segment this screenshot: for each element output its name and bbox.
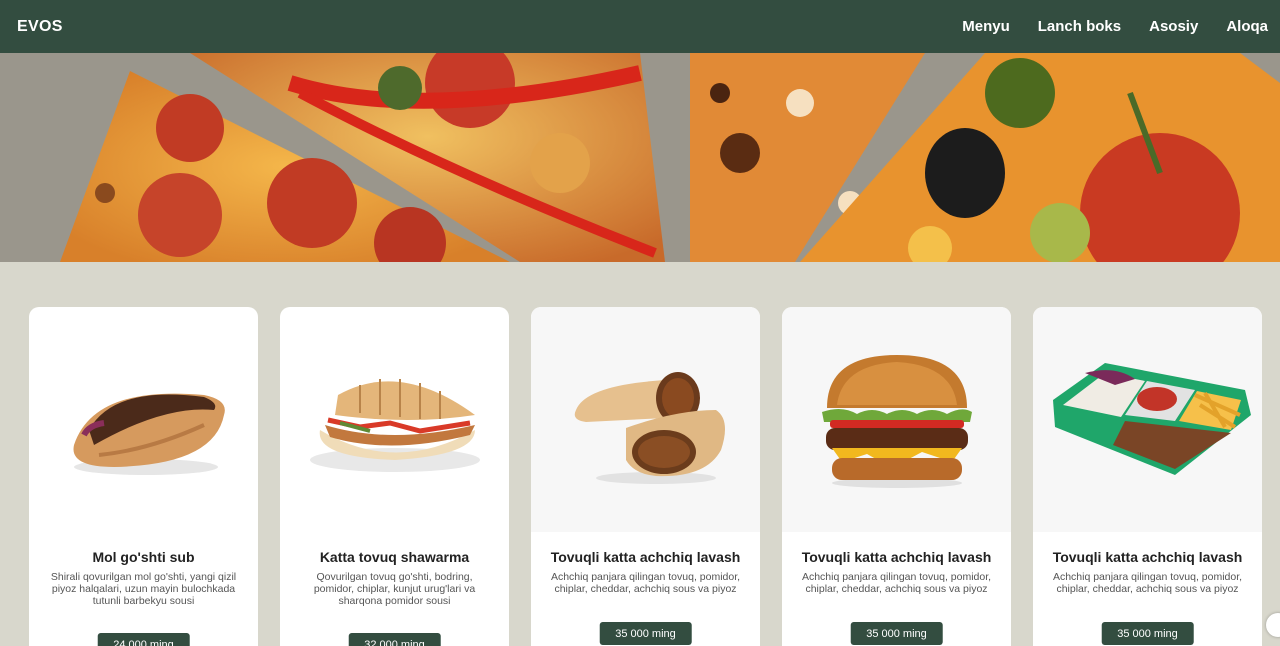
logo[interactable]: EVOS — [17, 18, 63, 36]
price-button[interactable]: 32 000 ming — [348, 633, 441, 646]
shawarma-image — [280, 307, 509, 532]
price-button[interactable]: 35 000 ming — [599, 622, 692, 645]
product-card[interactable]: Katta tovuq shawarma Qovurilgan tovuq go… — [280, 307, 509, 646]
lavash-image — [531, 307, 760, 532]
hero-banner — [0, 53, 1280, 262]
nav-link-asosiy[interactable]: Asosiy — [1149, 18, 1198, 35]
product-description: Achchiq panjara qilingan tovuq, pomidor,… — [1052, 571, 1243, 595]
navbar: EVOS Menyu Lanch boks Asosiy Aloqa — [0, 0, 1280, 53]
product-card[interactable]: Mol go'shti sub Shirali qovurilgan mol g… — [29, 307, 258, 646]
price-button[interactable]: 35 000 ming — [850, 622, 943, 645]
product-title: Mol go'shti sub — [92, 549, 195, 565]
beef-sub-image — [29, 307, 258, 532]
product-title: Katta tovuq shawarma — [319, 549, 470, 565]
product-card[interactable]: Tovuqli katta achchiq lavash Achchiq pan… — [1033, 307, 1262, 646]
product-description: Qovurilgan tovuq go'shti, bodring, pomid… — [313, 571, 476, 607]
lunch-box-image — [1033, 307, 1262, 532]
nav-link-aloqa[interactable]: Aloqa — [1226, 18, 1268, 35]
pizza-slices-image — [0, 53, 1280, 262]
nav-link-menyu[interactable]: Menyu — [962, 18, 1010, 35]
price-button[interactable]: 35 000 ming — [1101, 622, 1194, 645]
nav-links: Menyu Lanch boks Asosiy Aloqa — [962, 18, 1268, 35]
product-card[interactable]: Tovuqli katta achchiq lavash Achchiq pan… — [782, 307, 1011, 646]
product-title: Tovuqli katta achchiq lavash — [550, 549, 741, 565]
nav-link-lanch-boks[interactable]: Lanch boks — [1038, 18, 1121, 35]
burger-image — [782, 307, 1011, 532]
product-title: Tovuqli katta achchiq lavash — [801, 549, 992, 565]
product-title: Tovuqli katta achchiq lavash — [1052, 549, 1243, 565]
product-card[interactable]: Tovuqli katta achchiq lavash Achchiq pan… — [531, 307, 760, 646]
product-description: Achchiq panjara qilingan tovuq, pomidor,… — [550, 571, 741, 595]
product-grid: Mol go'shti sub Shirali qovurilgan mol g… — [29, 307, 1262, 646]
product-description: Achchiq panjara qilingan tovuq, pomidor,… — [801, 571, 992, 595]
product-description: Shirali qovurilgan mol go'shti, yangi qi… — [50, 571, 237, 607]
scroll-handle[interactable] — [1266, 613, 1280, 637]
price-button[interactable]: 24 000 ming — [97, 633, 190, 646]
